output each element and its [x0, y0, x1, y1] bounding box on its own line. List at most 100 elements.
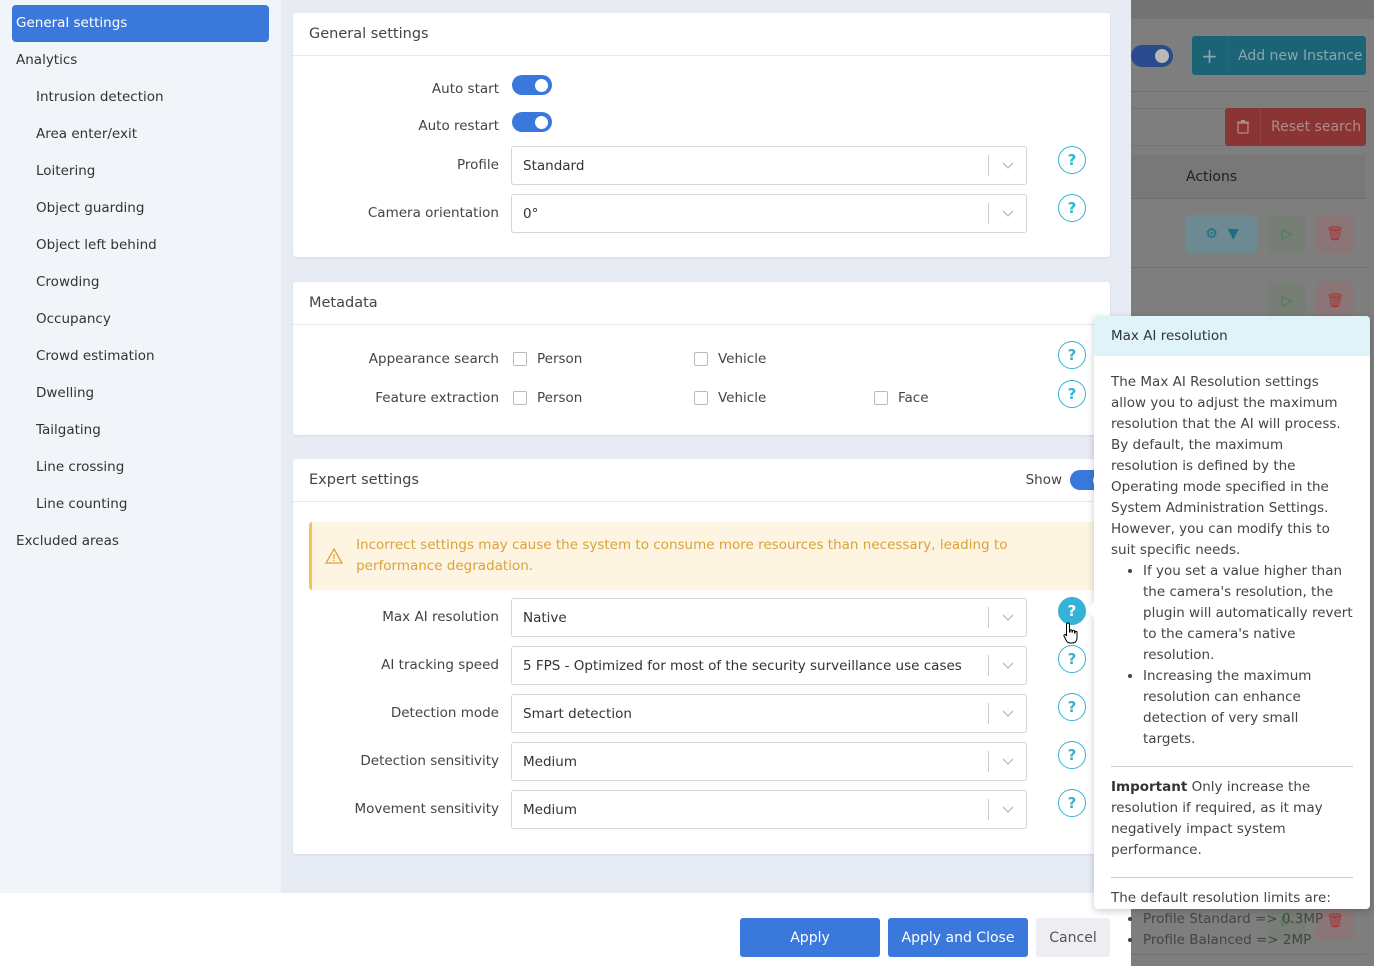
sidebar-item-line-counting[interactable]: Line counting	[0, 486, 281, 523]
add-instance-button: + Add new Instance	[1192, 36, 1366, 75]
chevron-down-icon	[989, 614, 1026, 621]
sidebar-item-analytics[interactable]: Analytics	[0, 42, 281, 79]
actions-header: Actions	[1186, 169, 1238, 185]
metadata-card: Metadata Appearance search Person Vehicl…	[293, 282, 1110, 435]
auto-restart-label: Auto restart	[418, 118, 499, 134]
movement-sensitivity-select[interactable]: Medium	[511, 790, 1027, 829]
chevron-down-icon	[989, 210, 1026, 217]
card-title: General settings	[309, 26, 429, 42]
sidebar-item-occupancy[interactable]: Occupancy	[0, 301, 281, 338]
appearance-help-icon[interactable]: ?	[1058, 341, 1086, 369]
expert-settings-card: Expert settings Show Incorrect settings …	[293, 459, 1110, 854]
profile-select[interactable]: Standard	[511, 146, 1027, 185]
trash-icon: 🗑	[1316, 282, 1354, 320]
movement-sensitivity-label: Movement sensitivity	[354, 801, 499, 817]
sidebar-item-line-crossing[interactable]: Line crossing	[0, 449, 281, 486]
settings-modal: General settings Analytics Intrusion detec…	[0, 0, 1131, 966]
profile-label: Profile	[457, 157, 499, 173]
warning-icon	[312, 548, 356, 564]
popover-limits-intro: The default resolution limits are:	[1111, 890, 1331, 906]
popover-intro: The Max AI Resolution settings allow you…	[1111, 374, 1341, 558]
feature-help-icon[interactable]: ?	[1058, 380, 1086, 408]
popover-title: Max AI resolution	[1094, 316, 1370, 356]
max-ai-resolution-help-icon[interactable]: ?	[1058, 597, 1086, 625]
sidebar-item-crowd-estimation[interactable]: Crowd estimation	[0, 338, 281, 375]
orientation-help-icon[interactable]: ?	[1058, 194, 1086, 222]
chevron-down-icon	[989, 758, 1026, 765]
bg-gear-button: ⚙ ▼	[1186, 215, 1258, 253]
appearance-vehicle-checkbox[interactable]: Vehicle	[694, 351, 766, 367]
detection-mode-select[interactable]: Smart detection	[511, 694, 1027, 733]
card-title: Expert settings	[309, 472, 419, 488]
apply-button[interactable]: Apply	[740, 918, 880, 957]
popover-limit: Profile Standard => 0.3MP	[1143, 909, 1353, 930]
profile-help-icon[interactable]: ?	[1058, 146, 1086, 174]
detection-sensitivity-select[interactable]: Medium	[511, 742, 1027, 781]
divider	[1111, 877, 1353, 878]
divider	[1131, 267, 1366, 268]
popover-bullet: If you set a value higher than the camer…	[1143, 561, 1353, 666]
sidebar-item-object-left-behind[interactable]: Object left behind	[0, 227, 281, 264]
caret-down-icon: ▼	[1227, 226, 1239, 242]
appearance-search-label: Appearance search	[368, 351, 499, 367]
warning-alert: Incorrect settings may cause the system …	[309, 522, 1110, 590]
plus-icon: +	[1192, 36, 1228, 75]
show-label: Show	[1025, 472, 1062, 488]
bg-table-header	[1131, 155, 1366, 199]
sidebar-item-loitering[interactable]: Loitering	[0, 153, 281, 190]
movement-sensitivity-help-icon[interactable]: ?	[1058, 789, 1086, 817]
ai-tracking-speed-select[interactable]: 5 FPS - Optimized for most of the securi…	[511, 646, 1027, 685]
orientation-label: Camera orientation	[367, 205, 499, 221]
feature-vehicle-checkbox[interactable]: Vehicle	[694, 390, 766, 406]
bg-search-input	[1131, 108, 1225, 146]
chevron-down-icon	[989, 710, 1026, 717]
hand-cursor-icon	[1063, 622, 1079, 650]
divider	[1111, 766, 1353, 767]
popover-limits: Profile Standard => 0.3MPProfile Balance…	[1111, 909, 1353, 951]
popover-bullets: If you set a value higher than the camer…	[1111, 561, 1353, 750]
auto-start-toggle[interactable]	[512, 75, 552, 95]
auto-restart-toggle[interactable]	[512, 112, 552, 132]
detection-sensitivity-help-icon[interactable]: ?	[1058, 741, 1086, 769]
feature-face-checkbox[interactable]: Face	[874, 390, 929, 406]
sidebar-item-intrusion-detection[interactable]: Intrusion detection	[0, 79, 281, 116]
feature-person-checkbox[interactable]: Person	[513, 390, 582, 406]
detection-mode-label: Detection mode	[390, 705, 499, 721]
bg-topbar	[1131, 0, 1374, 19]
sidebar-item-general-settings[interactable]: General settings	[12, 5, 269, 42]
ai-tracking-speed-label: AI tracking speed	[381, 657, 499, 673]
sidebar-item-crowding[interactable]: Crowding	[0, 264, 281, 301]
apply-close-button[interactable]: Apply and Close	[888, 918, 1028, 957]
orientation-select[interactable]: 0°	[511, 194, 1027, 233]
sidebar-item-excluded-areas[interactable]: Excluded areas	[0, 523, 281, 560]
reset-search-button: Reset search	[1225, 108, 1366, 146]
detection-sensitivity-label: Detection sensitivity	[360, 753, 499, 769]
sidebar-item-object-guarding[interactable]: Object guarding	[0, 190, 281, 227]
popover-limit: Profile Balanced => 2MP	[1143, 930, 1353, 951]
warning-text: Incorrect settings may cause the system …	[356, 537, 1008, 574]
auto-start-label: Auto start	[431, 81, 499, 97]
sidebar: General settings Analytics Intrusion detec…	[0, 0, 281, 893]
sidebar-item-area-enter-exit[interactable]: Area enter/exit	[0, 116, 281, 153]
gear-icon: ⚙	[1205, 226, 1218, 242]
sidebar-item-tailgating[interactable]: Tailgating	[0, 412, 281, 449]
settings-content: General settings Auto start Auto restart…	[281, 0, 1131, 893]
feature-extraction-label: Feature extraction	[375, 390, 499, 406]
chevron-down-icon	[989, 662, 1026, 669]
trash-icon	[1225, 108, 1261, 146]
chevron-down-icon	[989, 806, 1026, 813]
sidebar-item-dwelling[interactable]: Dwelling	[0, 375, 281, 412]
max-ai-resolution-label: Max AI resolution	[382, 609, 499, 625]
appearance-person-checkbox[interactable]: Person	[513, 351, 582, 367]
detection-mode-help-icon[interactable]: ?	[1058, 693, 1086, 721]
general-settings-card: General settings Auto start Auto restart…	[293, 13, 1110, 257]
max-ai-resolution-select[interactable]: Native	[511, 598, 1027, 637]
card-title: Metadata	[309, 295, 378, 311]
help-popover: Max AI resolution The Max AI Resolution …	[1086, 316, 1370, 948]
popover-bullet: Increasing the maximum resolution can en…	[1143, 666, 1353, 750]
trash-icon: 🗑	[1316, 215, 1354, 253]
play-icon: ▷	[1268, 282, 1306, 320]
bg-toggle	[1131, 45, 1173, 67]
divider	[1131, 91, 1366, 92]
popover-important: Important Only increase the resolution i…	[1111, 779, 1323, 858]
